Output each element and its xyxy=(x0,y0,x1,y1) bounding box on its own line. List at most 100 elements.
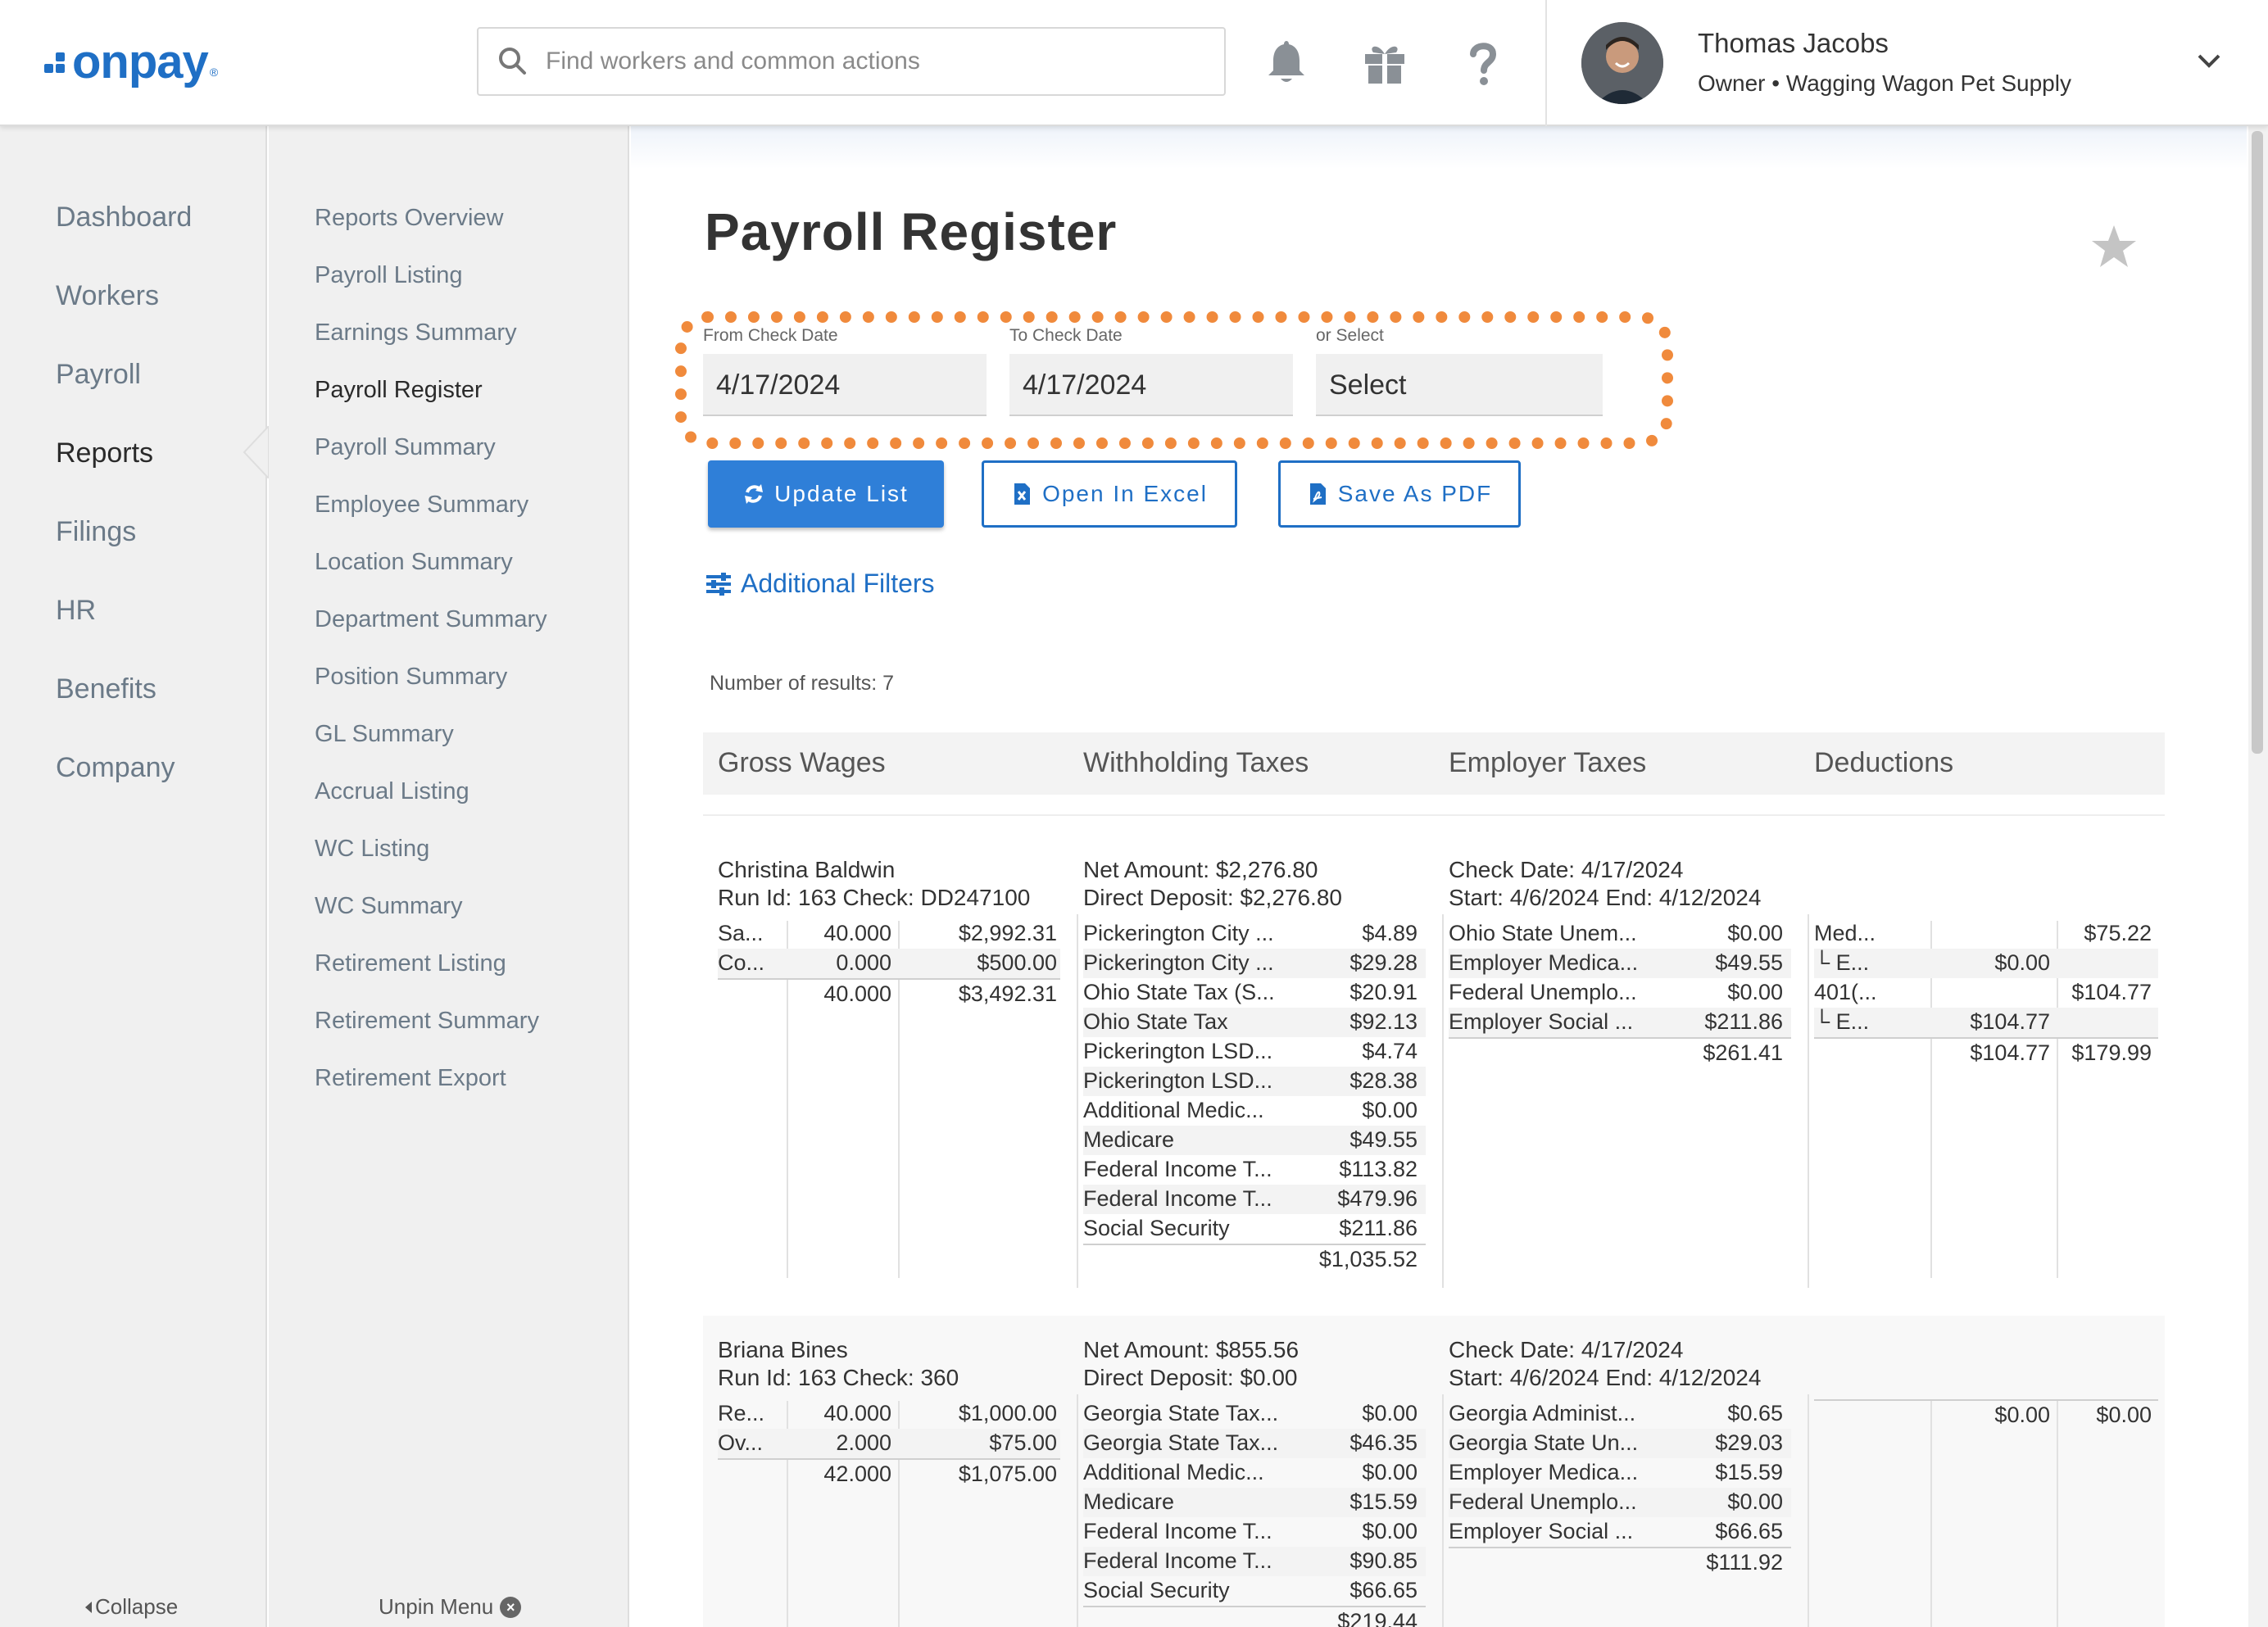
employer-tax-name: Employer Medica... xyxy=(1449,950,1639,975)
nav-item-reports[interactable]: Reports xyxy=(56,437,153,469)
search-icon xyxy=(497,27,546,96)
earning-amount: $1,000.00 xyxy=(958,1401,1057,1425)
deduction-employer-total: $0.00 xyxy=(1994,1403,2050,1427)
earning-type: Re... xyxy=(718,1401,765,1425)
deduction-name: └ E... xyxy=(1814,950,1870,975)
withholding-name: Ohio State Tax (S... xyxy=(1083,980,1275,1004)
caret-left-icon xyxy=(85,1601,92,1613)
employer-tax-amount: $0.00 xyxy=(1727,1489,1783,1514)
employer-tax-amount: $0.00 xyxy=(1727,980,1783,1004)
nav-item-workers[interactable]: Workers xyxy=(56,280,159,312)
collapse-button[interactable]: Collapse xyxy=(85,1594,178,1620)
save-as-pdf-button[interactable]: Save As PDF xyxy=(1278,460,1521,528)
to-date-input[interactable]: 4/17/2024 xyxy=(1009,354,1293,416)
withholding-name: Additional Medic... xyxy=(1083,1460,1264,1484)
withholding-name: Medicare xyxy=(1083,1127,1175,1152)
subnav-item[interactable]: Reports Overview xyxy=(315,205,503,232)
subnav-item[interactable]: Position Summary xyxy=(315,664,507,691)
employer-tax-name: Federal Unemplo... xyxy=(1449,980,1637,1004)
reports-subnav: Reports Overview Payroll Listing Earning… xyxy=(269,126,629,1627)
additional-filters-link[interactable]: Additional Filters xyxy=(705,569,935,599)
earning-hours: 40.000 xyxy=(823,921,891,945)
hours-total: 42.000 xyxy=(823,1462,891,1486)
withholding-name: Medicare xyxy=(1083,1489,1175,1514)
withholding-amount: $479.96 xyxy=(1337,1186,1418,1211)
subnav-item[interactable]: Payroll Summary xyxy=(315,434,496,461)
subnav-item[interactable]: GL Summary xyxy=(315,721,454,748)
subnav-item[interactable]: Retirement Listing xyxy=(315,950,506,977)
net-amount: Net Amount: $855.56 xyxy=(1083,1337,1300,1362)
avatar[interactable] xyxy=(1581,22,1663,104)
employer-tax-amount: $211.86 xyxy=(1704,1009,1783,1034)
subnav-item[interactable]: Accrual Listing xyxy=(315,778,469,805)
logo-text: onpay xyxy=(72,34,209,88)
onpay-logo[interactable]: onpay ® xyxy=(44,33,218,90)
total-line xyxy=(718,1458,1060,1460)
employer-tax-amount: $0.00 xyxy=(1727,921,1783,945)
user-name: Thomas Jacobs xyxy=(1698,28,1889,58)
collapse-label: Collapse xyxy=(95,1594,179,1619)
bell-icon[interactable] xyxy=(1260,36,1313,88)
total-line xyxy=(1449,1037,1791,1039)
withholding-amount: $0.00 xyxy=(1362,1401,1418,1425)
wages-total: $3,492.31 xyxy=(958,981,1057,1006)
withholding-name: Social Security xyxy=(1083,1578,1230,1602)
nav-item-hr[interactable]: HR xyxy=(56,595,96,627)
subnav-item[interactable]: Earnings Summary xyxy=(315,320,517,347)
nav-item-company[interactable]: Company xyxy=(56,752,175,784)
withholding-name: Additional Medic... xyxy=(1083,1098,1264,1122)
main-scrollbar[interactable] xyxy=(2248,126,2268,1627)
subnav-item[interactable]: WC Listing xyxy=(315,836,429,863)
deduction-amount: $75.22 xyxy=(2084,921,2152,945)
search-input[interactable] xyxy=(546,48,1185,75)
column-divider xyxy=(2057,1401,2058,1627)
subnav-item[interactable]: WC Summary xyxy=(315,893,462,920)
to-date-label: To Check Date xyxy=(1009,326,1123,345)
subnav-item-active[interactable]: Payroll Register xyxy=(315,377,483,404)
deduction-name: Med... xyxy=(1814,921,1876,945)
help-icon[interactable] xyxy=(1457,36,1509,88)
pdf-file-icon xyxy=(1309,483,1326,505)
chevron-down-icon[interactable] xyxy=(2193,49,2225,74)
top-header: onpay ® Thomas Jacobs Owner • Wagging Wa… xyxy=(0,0,2268,126)
nav-item-dashboard[interactable]: Dashboard xyxy=(56,202,192,233)
nav-item-payroll[interactable]: Payroll xyxy=(56,359,141,391)
results-count: Number of results: 7 xyxy=(710,672,895,695)
subnav-item[interactable]: Location Summary xyxy=(315,549,513,576)
withholding-total: $1,035.52 xyxy=(1318,1247,1418,1271)
withholding-amount: $15.59 xyxy=(1349,1489,1418,1514)
employee-name: Briana Bines xyxy=(718,1337,848,1362)
column-header-gross-wages: Gross Wages xyxy=(718,747,886,778)
subnav-item[interactable]: Payroll Listing xyxy=(315,262,463,289)
withholding-amount: $211.86 xyxy=(1339,1216,1418,1240)
total-line xyxy=(1083,1244,1426,1245)
withholding-name: Federal Income T... xyxy=(1083,1519,1272,1543)
nav-item-filings[interactable]: Filings xyxy=(56,516,136,548)
subnav-item[interactable]: Retirement Summary xyxy=(315,1008,539,1035)
earning-amount: $75.00 xyxy=(989,1430,1057,1455)
favorite-star-icon[interactable] xyxy=(2089,223,2139,272)
from-date-input[interactable]: 4/17/2024 xyxy=(703,354,987,416)
payroll-record: Briana Bines Run Id: 163 Check: 360 Net Am… xyxy=(703,1316,2165,1627)
earning-type: Sa... xyxy=(718,921,764,945)
subnav-item[interactable]: Employee Summary xyxy=(315,492,528,519)
nav-item-benefits[interactable]: Benefits xyxy=(56,673,156,705)
period-select[interactable]: Select xyxy=(1316,354,1603,416)
logo-dots-icon xyxy=(44,49,69,74)
column-header-employer-taxes: Employer Taxes xyxy=(1449,747,1647,778)
column-header-withholding-taxes: Withholding Taxes xyxy=(1083,747,1309,778)
deduction-name: 401(... xyxy=(1814,980,1877,1004)
total-line xyxy=(1814,1399,2158,1401)
open-in-excel-button[interactable]: Open In Excel xyxy=(982,460,1237,528)
subnav-item[interactable]: Department Summary xyxy=(315,606,547,633)
withholding-amount: $49.55 xyxy=(1349,1127,1418,1152)
unpin-menu-button[interactable]: Unpin Menu × xyxy=(379,1594,522,1620)
open-in-excel-label: Open In Excel xyxy=(1042,481,1208,506)
search-box[interactable] xyxy=(477,27,1226,96)
scrollbar-thumb[interactable] xyxy=(2252,131,2263,754)
subnav-item[interactable]: Retirement Export xyxy=(315,1065,506,1092)
update-list-label: Update List xyxy=(774,481,909,506)
update-list-button[interactable]: Update List xyxy=(708,460,944,528)
gift-icon[interactable] xyxy=(1359,36,1411,88)
deduction-total: $179.99 xyxy=(2071,1040,2152,1065)
